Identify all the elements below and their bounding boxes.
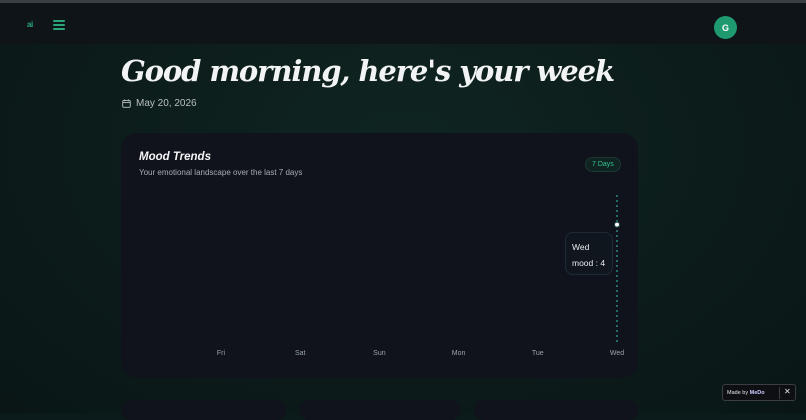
x-tick-label-tue: Tue (532, 350, 544, 357)
made-by-badge: Made by MeDo ✕ (722, 384, 796, 401)
mood-line-chart[interactable]: Fri Sat Sun Mon Tue Wed (121, 133, 638, 378)
page-greeting: Good morning, here's your week (121, 54, 615, 88)
current-date: May 20, 2026 (136, 98, 197, 109)
x-tick-label-sun: Sun (373, 350, 386, 357)
brand-name: MeDo (749, 389, 765, 396)
badge-divider (779, 387, 780, 399)
calendar-icon (122, 99, 131, 108)
tooltip-value: mood : 4 (572, 258, 606, 268)
mood-trends-card: Mood Trends Your emotional landscape ove… (121, 133, 638, 378)
top-navbar: ai G (0, 3, 806, 44)
tooltip-day: Wed (572, 242, 590, 252)
summary-card-partial (121, 400, 286, 420)
hamburger-menu-icon[interactable] (53, 20, 65, 30)
summary-card-partial (474, 400, 638, 420)
x-tick-label-mon: Mon (452, 350, 466, 357)
x-tick-label-sat: Sat (295, 350, 306, 357)
chart-tooltip: Wed mood : 4 (565, 232, 613, 275)
x-tick-label-wed: Wed (610, 350, 624, 357)
summary-card-partial (299, 400, 461, 420)
app-logo[interactable]: ai (27, 20, 33, 29)
user-avatar[interactable]: G (714, 16, 737, 39)
close-icon[interactable]: ✕ (784, 387, 791, 396)
made-by-link[interactable]: Made by MeDo (727, 390, 765, 396)
x-tick-label-fri: Fri (217, 350, 226, 357)
made-by-label: Made by (727, 389, 749, 396)
data-point-wed[interactable] (613, 221, 621, 228)
date-row: May 20, 2026 (122, 98, 197, 109)
